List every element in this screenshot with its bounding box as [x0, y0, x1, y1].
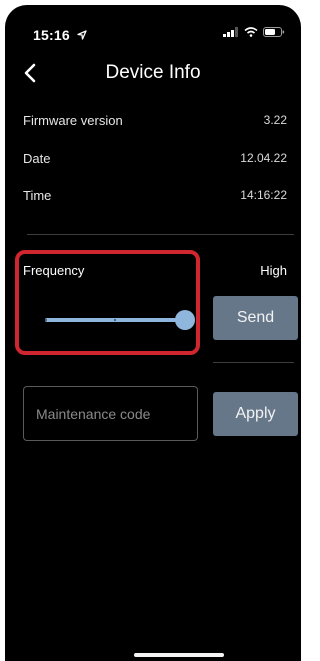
- info-label: Firmware version: [23, 113, 123, 128]
- info-row-time: Time 14:16:22: [23, 188, 287, 203]
- battery-icon: [263, 27, 285, 37]
- frequency-highlight-box: [15, 250, 200, 355]
- maintenance-code-input[interactable]: [23, 386, 198, 441]
- status-time: 15:16: [33, 27, 87, 43]
- info-row-firmware: Firmware version 3.22: [23, 113, 287, 128]
- info-label: Time: [23, 188, 52, 203]
- wifi-icon: [244, 27, 258, 37]
- info-value: 14:16:22: [240, 188, 287, 202]
- info-value: 12.04.22: [240, 151, 287, 165]
- location-arrow-icon: [77, 30, 87, 40]
- info-label: Date: [23, 151, 51, 166]
- frequency-value: High: [260, 263, 287, 278]
- divider: [213, 362, 294, 363]
- page-title: Device Info: [105, 62, 201, 83]
- status-time-text: 15:16: [33, 27, 70, 43]
- cellular-signal-icon: [223, 27, 238, 37]
- apply-button[interactable]: Apply: [213, 392, 298, 436]
- info-row-date: Date 12.04.22: [23, 151, 287, 166]
- divider: [27, 234, 294, 235]
- phone-screen: 15:16 Device Info Firmware version 3.22: [5, 5, 301, 661]
- status-icons: [223, 27, 285, 37]
- info-value: 3.22: [263, 113, 287, 127]
- home-indicator[interactable]: [134, 653, 224, 657]
- send-button[interactable]: Send: [213, 296, 298, 340]
